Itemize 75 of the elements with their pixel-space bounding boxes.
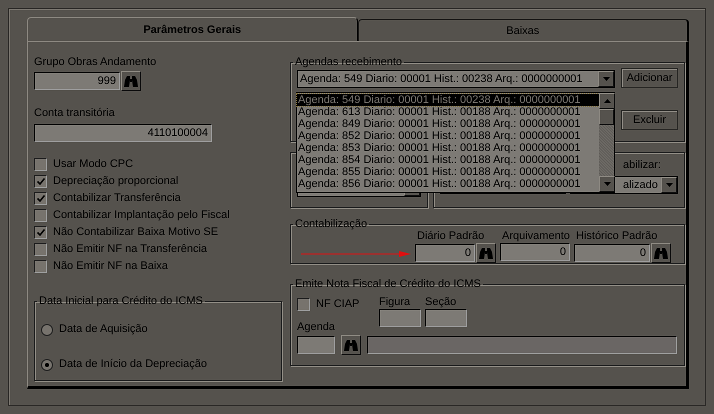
checkbox[interactable] xyxy=(34,158,47,171)
radio-label: Data de Aquisição xyxy=(59,323,148,336)
radio-button[interactable] xyxy=(41,358,53,370)
binoculars-icon xyxy=(479,248,493,258)
field-label: Seção xyxy=(425,296,458,309)
checkbox-label: Depreciação proporcional xyxy=(53,175,178,188)
dropdown-button[interactable] xyxy=(598,71,614,87)
lookup-button[interactable] xyxy=(651,243,671,263)
scrollbar[interactable] xyxy=(599,93,614,192)
group-title: Contabilização xyxy=(294,218,368,230)
checkbox[interactable] xyxy=(34,209,47,222)
scroll-thumb[interactable] xyxy=(599,109,614,125)
agenda-dropdown[interactable]: Agenda: 549 Diario: 00001 Hist.: 00238 Arq.: 0000000001 xyxy=(297,70,615,88)
checkbox-label: Usar Modo CPC xyxy=(53,158,134,171)
binoculars-icon xyxy=(124,76,138,86)
input-field[interactable]: 0 xyxy=(574,244,650,262)
dropdown-item[interactable]: Agenda: 849 Diario: 00001 Hist.: 00188 Arq.: 0000000001 xyxy=(297,118,599,130)
scroll-down-button[interactable] xyxy=(599,176,615,192)
checkbox[interactable] xyxy=(297,298,310,311)
checkbox-label: Não Contabilizar Baixa Motivo SE xyxy=(53,226,218,239)
input-field[interactable]: 0 xyxy=(500,243,570,261)
radio-label: Data de Início da Depreciação xyxy=(59,358,207,371)
lookup-button[interactable] xyxy=(341,335,361,355)
dropdown-item[interactable]: Agenda: 853 Diario: 00001 Hist.: 00188 Arq.: 0000000001 xyxy=(297,142,599,154)
field-label: Grupo Obras Andamento xyxy=(34,56,158,69)
field-label: abilizar: xyxy=(623,159,661,172)
action-button[interactable]: Excluir xyxy=(621,110,678,130)
checkbox[interactable] xyxy=(34,175,47,188)
group-title: Emite Nota Fiscal de Crédito do ICMS xyxy=(294,278,482,290)
action-button[interactable]: Adicionar xyxy=(621,68,678,88)
field-label: Agenda xyxy=(297,321,336,334)
checkbox-label: Não Emitir NF na Transferência xyxy=(53,243,208,256)
up-arrow-icon xyxy=(604,99,610,103)
checkbox-label: Contabilizar Transferência xyxy=(53,192,181,205)
input-field[interactable] xyxy=(425,309,467,327)
tab[interactable]: Baixas xyxy=(358,19,689,41)
checkbox[interactable] xyxy=(34,260,47,273)
dropdown-button[interactable] xyxy=(661,177,677,193)
field-label: Figura xyxy=(379,296,412,309)
field-label: Conta transitória xyxy=(34,107,116,120)
checkbox-label: Contabilizar Implantação pelo Fiscal xyxy=(53,209,230,222)
radio-button[interactable] xyxy=(41,324,53,336)
checkbox[interactable] xyxy=(34,226,47,239)
field-label: Diário Padrão xyxy=(417,230,486,243)
binoculars-icon xyxy=(654,248,668,258)
down-arrow-icon xyxy=(602,77,610,81)
field-label: Histórico Padrão xyxy=(576,230,658,243)
lookup-button[interactable] xyxy=(476,243,496,263)
check-icon xyxy=(36,178,44,185)
dropdown-item[interactable]: Agenda: 855 Diario: 00001 Hist.: 00188 Arq.: 0000000001 xyxy=(297,166,599,178)
check-icon xyxy=(36,195,44,202)
binoculars-icon xyxy=(344,340,358,350)
dropdown-item[interactable]: Agenda: 549 Diario: 00001 Hist.: 00238 Arq.: 0000000001 xyxy=(297,94,599,106)
dropdown-item[interactable]: Agenda: 854 Diario: 00001 Hist.: 00188 Arq.: 0000000001 xyxy=(297,154,599,166)
checkbox-label: NF CIAP xyxy=(316,298,360,311)
group-title: Agendas recebimento xyxy=(294,56,404,68)
input-field[interactable]: 4110100004 xyxy=(34,124,212,142)
input-field[interactable]: 999 xyxy=(34,72,120,90)
radio-dot-icon xyxy=(45,362,49,366)
input-field[interactable] xyxy=(379,309,421,327)
lookup-button[interactable] xyxy=(121,71,141,91)
down-arrow-icon xyxy=(604,182,610,186)
checkbox[interactable] xyxy=(34,243,47,256)
group-title: Data Inicial para Crédito do ICMS xyxy=(38,295,204,307)
input-field[interactable] xyxy=(297,336,335,354)
input-field[interactable]: 0 xyxy=(415,244,475,262)
dropdown-item[interactable]: Agenda: 852 Diario: 00001 Hist.: 00188 Arq.: 0000000001 xyxy=(297,130,599,142)
checkbox[interactable] xyxy=(34,192,47,205)
tab[interactable]: Parâmetros Gerais xyxy=(27,17,358,41)
scroll-up-button[interactable] xyxy=(599,93,615,109)
field-label: Arquivamento xyxy=(502,230,570,243)
down-arrow-icon xyxy=(666,183,672,187)
checkbox-label: Não Emitir NF na Baixa xyxy=(53,260,168,273)
check-icon xyxy=(36,229,44,236)
dropdown-item[interactable]: Agenda: 613 Diario: 00001 Hist.: 00188 Arq.: 0000000001 xyxy=(297,106,599,118)
